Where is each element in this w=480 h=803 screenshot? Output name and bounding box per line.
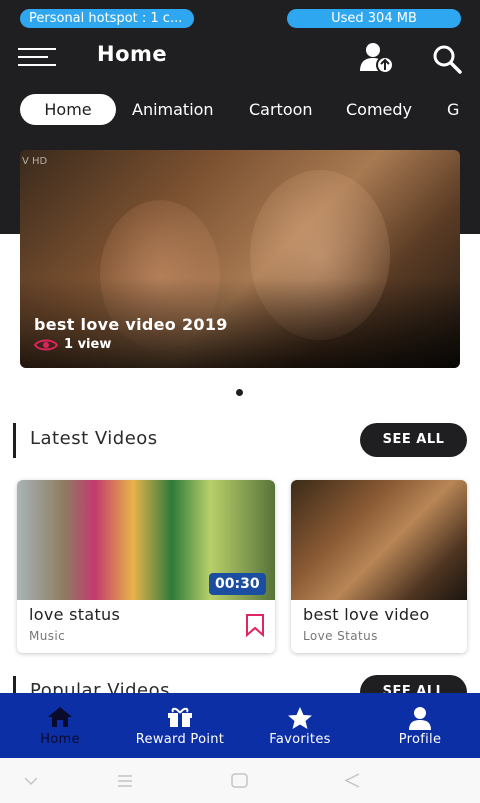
- status-bar: Personal hotspot : 1 c... Used 304 MB: [0, 0, 480, 38]
- nav-profile[interactable]: Profile: [380, 693, 460, 758]
- bookmark-icon[interactable]: [245, 613, 265, 638]
- video-card[interactable]: best love video Love Status: [291, 480, 467, 653]
- nav-reward-point[interactable]: Reward Point: [120, 693, 240, 758]
- latest-see-all-button[interactable]: SEE ALL: [360, 423, 467, 457]
- person-icon: [409, 707, 431, 730]
- nav-reward-label: Reward Point: [135, 732, 225, 747]
- featured-video-banner[interactable]: V HD best love video 2019 1 view: [20, 150, 460, 368]
- system-navigation-bar: [0, 758, 480, 803]
- gift-icon: [168, 707, 192, 727]
- slider-page-indicator[interactable]: [236, 389, 243, 396]
- nav-home[interactable]: Home: [20, 693, 100, 758]
- video-title: best love video: [303, 605, 430, 624]
- video-thumbnail: [291, 480, 467, 600]
- nav-home-label: Home: [40, 732, 80, 747]
- video-category: Love Status: [303, 629, 378, 643]
- menu-icon[interactable]: [117, 774, 133, 788]
- latest-videos-heading: Latest Videos: [30, 428, 158, 449]
- account-upload-icon[interactable]: [359, 41, 395, 75]
- view-count: 1 view: [64, 337, 112, 352]
- chevron-down-icon[interactable]: [24, 776, 38, 786]
- tab-animation[interactable]: Animation: [132, 94, 214, 125]
- data-usage-pill[interactable]: Used 304 MB: [287, 9, 461, 28]
- home-square-icon[interactable]: [231, 773, 248, 788]
- section-marker: [13, 423, 16, 458]
- hamburger-menu-icon[interactable]: [18, 48, 56, 66]
- hotspot-pill[interactable]: Personal hotspot : 1 c...: [20, 9, 194, 28]
- video-title: love status: [29, 605, 121, 624]
- tab-home[interactable]: Home: [20, 94, 116, 125]
- category-tabs: Home Animation Cartoon Comedy G: [0, 94, 480, 126]
- back-triangle-icon[interactable]: [344, 773, 360, 788]
- banner-watermark: V HD: [22, 156, 48, 167]
- nav-profile-label: Profile: [398, 732, 442, 747]
- page-title: Home: [97, 42, 168, 66]
- video-category: Music: [29, 629, 66, 643]
- banner-views: 1 view: [33, 337, 112, 352]
- eye-icon: [33, 339, 59, 350]
- tab-comedy[interactable]: Comedy: [346, 94, 412, 125]
- nav-favorites-label: Favorites: [269, 732, 331, 747]
- duration-badge: 00:30: [209, 573, 266, 595]
- nav-favorites[interactable]: Favorites: [255, 693, 345, 758]
- star-icon: [288, 707, 312, 729]
- tab-more[interactable]: G: [447, 94, 459, 125]
- banner-title: best love video 2019: [34, 315, 228, 334]
- bottom-navigation: Home Reward Point Favorites Profile: [0, 693, 480, 758]
- search-icon[interactable]: [432, 44, 462, 74]
- tab-cartoon[interactable]: Cartoon: [249, 94, 313, 125]
- home-icon: [48, 707, 72, 727]
- video-card[interactable]: 00:30 love status Music: [17, 480, 275, 653]
